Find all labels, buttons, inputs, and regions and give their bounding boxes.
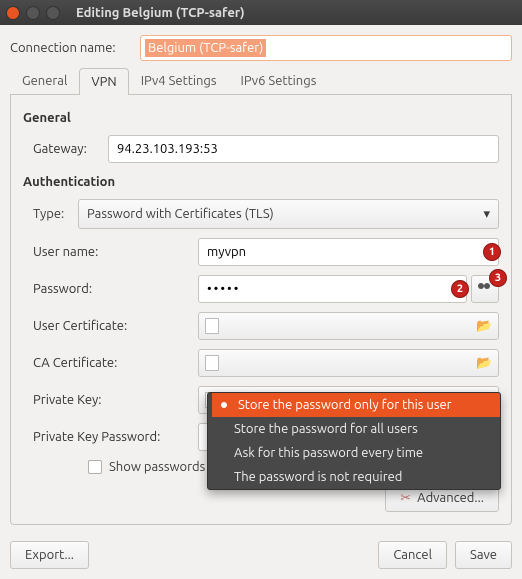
type-value: Password with Certificates (TLS) bbox=[87, 207, 274, 221]
chevron-down-icon: ▾ bbox=[483, 207, 490, 222]
menu-item-ask[interactable]: Ask for this password every time bbox=[208, 441, 500, 465]
ca-cert-chooser[interactable]: 📂 bbox=[198, 349, 499, 377]
type-combo[interactable]: Password with Certificates (TLS) ▾ bbox=[78, 199, 499, 229]
connection-name-label: Connection name: bbox=[10, 41, 140, 55]
user-cert-label: User Certificate: bbox=[23, 319, 198, 333]
username-label: User name: bbox=[23, 245, 198, 259]
password-store-menu: Store the password only for this user St… bbox=[207, 392, 501, 490]
password-input[interactable] bbox=[198, 275, 467, 303]
tab-vpn[interactable]: VPN bbox=[79, 68, 128, 95]
wrench-icon: ✂ bbox=[400, 491, 411, 506]
type-label: Type: bbox=[23, 207, 78, 221]
cancel-button[interactable]: Cancel bbox=[378, 541, 447, 569]
people-icon bbox=[478, 283, 492, 295]
callout-badge-3: 3 bbox=[489, 269, 507, 287]
priv-key-pw-label: Private Key Password: bbox=[23, 430, 198, 444]
gateway-label: Gateway: bbox=[23, 142, 108, 156]
user-cert-chooser[interactable]: 📂 bbox=[198, 312, 499, 340]
gateway-input[interactable] bbox=[108, 135, 499, 163]
password-label: Password: bbox=[23, 282, 198, 296]
callout-badge-1: 1 bbox=[483, 243, 501, 261]
window-min-button[interactable] bbox=[26, 6, 40, 20]
export-button[interactable]: Export... bbox=[10, 541, 89, 569]
section-general: General bbox=[23, 111, 499, 125]
show-passwords-label: Show passwords bbox=[109, 460, 205, 474]
window-title: Editing Belgium (TCP-safer) bbox=[76, 6, 245, 20]
menu-item-store-user[interactable]: Store the password only for this user bbox=[212, 393, 500, 417]
priv-key-label: Private Key: bbox=[23, 393, 198, 407]
connection-name-value: Belgium (TCP-safer) bbox=[145, 39, 266, 57]
section-auth: Authentication bbox=[23, 175, 499, 189]
menu-item-not-required[interactable]: The password is not required bbox=[208, 465, 500, 489]
vpn-pane: General Gateway: Authentication Type: Pa… bbox=[10, 95, 512, 525]
window-titlebar: Editing Belgium (TCP-safer) bbox=[0, 0, 522, 25]
callout-badge-2: 2 bbox=[451, 280, 469, 298]
file-icon bbox=[205, 355, 219, 371]
tab-ipv4[interactable]: IPv4 Settings bbox=[129, 67, 229, 94]
folder-open-icon: 📂 bbox=[476, 319, 492, 333]
tab-bar: General VPN IPv4 Settings IPv6 Settings bbox=[10, 67, 512, 95]
file-icon bbox=[205, 318, 219, 334]
show-passwords-checkbox[interactable] bbox=[88, 460, 102, 474]
window-max-button[interactable] bbox=[46, 6, 60, 20]
folder-open-icon: 📂 bbox=[476, 356, 492, 370]
connection-name-input[interactable]: Belgium (TCP-safer) bbox=[140, 35, 512, 61]
window-close-button[interactable] bbox=[6, 6, 20, 20]
tab-ipv6[interactable]: IPv6 Settings bbox=[229, 67, 329, 94]
username-input[interactable] bbox=[198, 238, 499, 266]
save-button[interactable]: Save bbox=[455, 541, 512, 569]
ca-cert-label: CA Certificate: bbox=[23, 356, 198, 370]
advanced-label: Advanced... bbox=[417, 491, 484, 505]
tab-general[interactable]: General bbox=[10, 67, 79, 94]
menu-item-store-all[interactable]: Store the password for all users bbox=[208, 417, 500, 441]
